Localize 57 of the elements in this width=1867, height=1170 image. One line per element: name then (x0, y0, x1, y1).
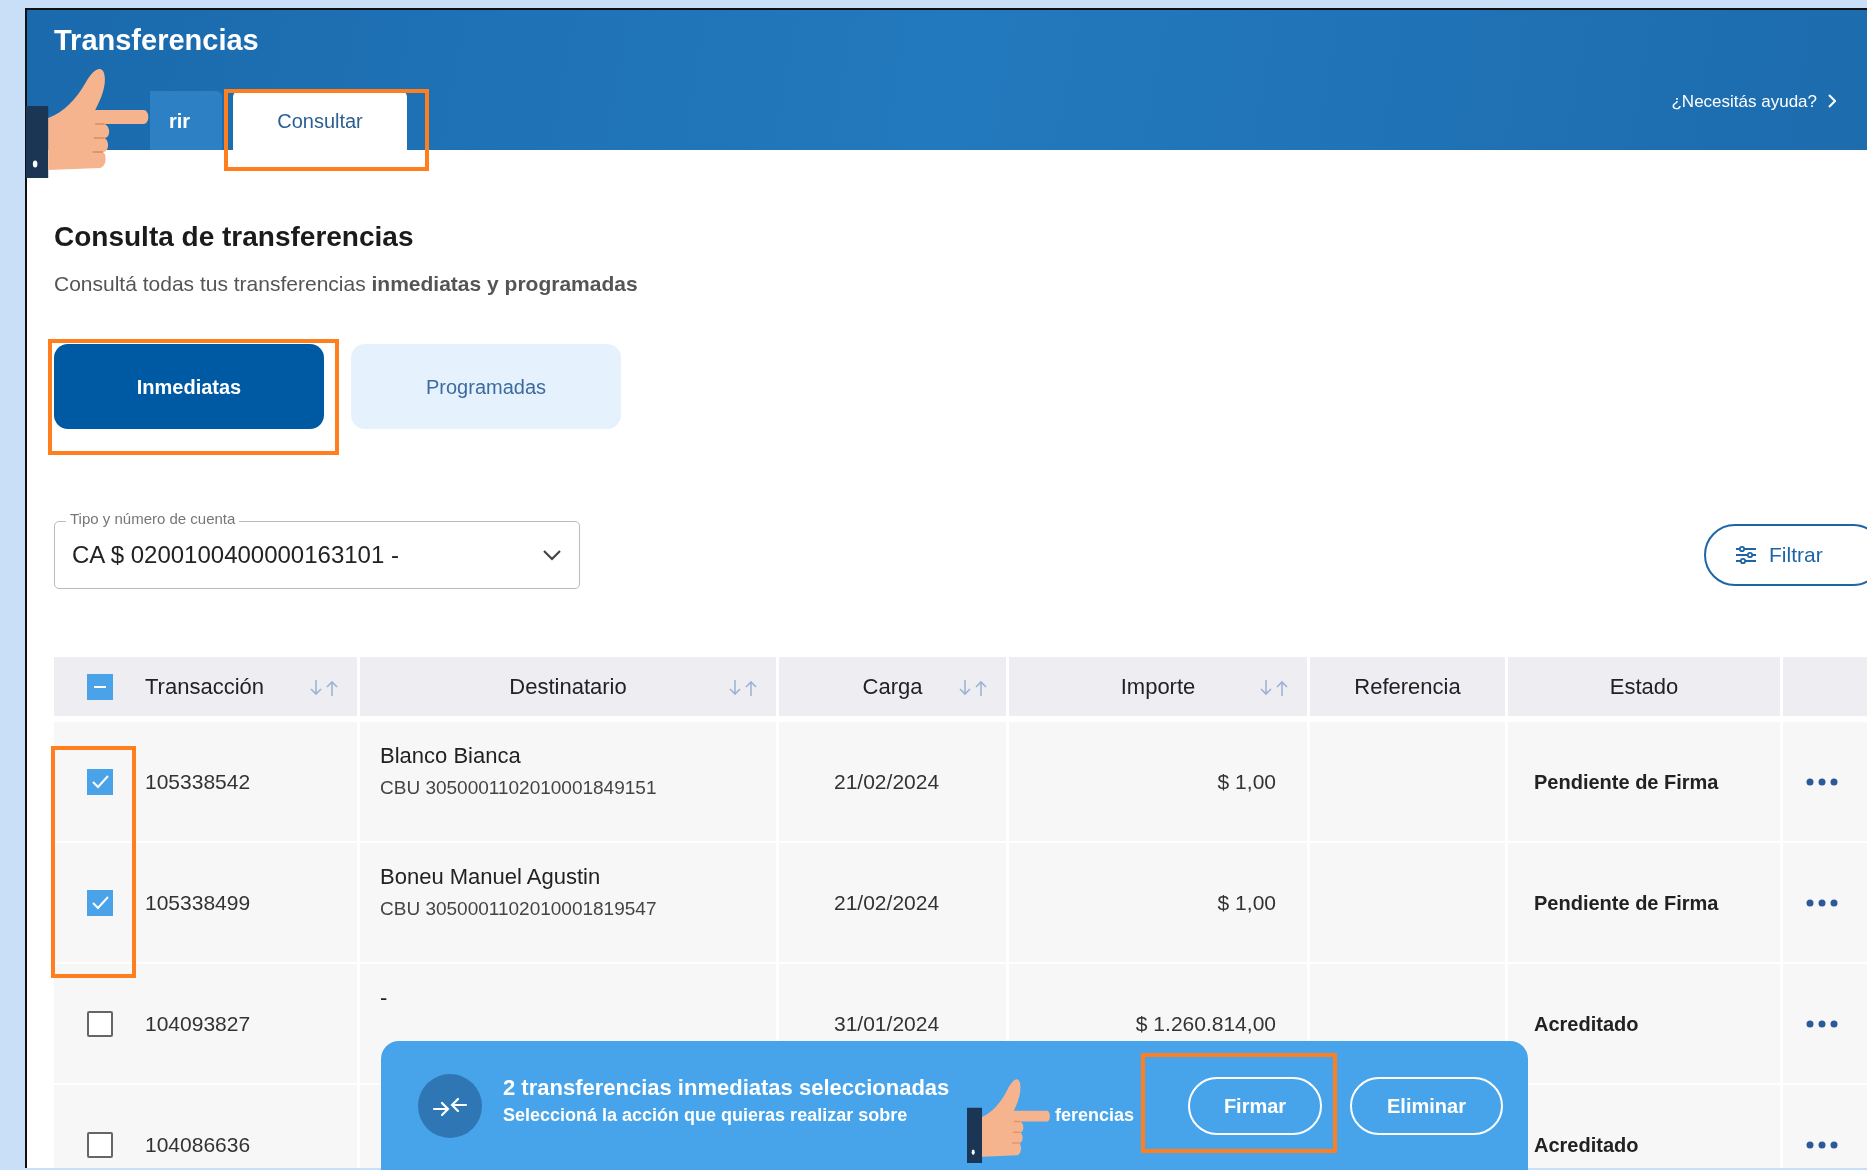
column-header[interactable]: Importe (1120, 670, 1196, 703)
more-button[interactable] (1806, 898, 1838, 907)
more-icon (1806, 1019, 1838, 1028)
selection-title: 2 transferencias inmediatas seleccionadas (503, 1074, 950, 1102)
section-subtitle: Consultá todas tus transferencias inmediatas y programadas (54, 271, 639, 297)
check-icon (91, 895, 109, 910)
more-button[interactable] (1806, 1140, 1838, 1149)
more-button[interactable] (1806, 777, 1838, 786)
field-label: Tipo y número de cuenta (66, 510, 240, 528)
checkbox[interactable] (87, 1131, 113, 1158)
selection-message: Seleccioná la acción que quieras realizar sobre (503, 1104, 908, 1127)
more-icon (1806, 1140, 1838, 1149)
tab[interactable]: Consultar (233, 91, 407, 150)
table-cell-text: 105338499 (145, 889, 251, 916)
table-cell-text: $ 1.260.814,00 (1135, 1010, 1276, 1037)
more-button[interactable] (1806, 1019, 1838, 1028)
segment-button[interactable]: Inmediatas (54, 344, 324, 429)
checkbox[interactable] (87, 889, 113, 916)
status-text: Acreditado (1534, 1011, 1639, 1037)
checkbox[interactable] (87, 768, 113, 795)
status-text: Pendiente de Firma (1534, 890, 1719, 916)
selection-message: ferencias (1055, 1104, 1135, 1127)
more-icon (1806, 898, 1838, 907)
status-text: Acreditado (1534, 1132, 1639, 1158)
dash-icon (92, 685, 108, 688)
table-cell-text: $ 1,00 (1217, 768, 1276, 795)
table-cell-text: 21/02/2024 (834, 768, 940, 795)
column-header[interactable]: Carga (862, 670, 923, 703)
table-cell-text: 104093827 (145, 1010, 251, 1037)
account-number: CBU 3050001102010001819547 (380, 897, 658, 921)
checkbox[interactable] (87, 1010, 113, 1037)
filter-button[interactable]: Filtrar (1704, 524, 1867, 586)
sliders-icon (1735, 545, 1757, 565)
column-header[interactable]: Referencia (1354, 670, 1461, 703)
table-cell-text: 31/01/2024 (834, 1010, 940, 1037)
help-link[interactable]: ¿Necesitás ayuda? (1671, 88, 1817, 114)
chevron-right-icon (1827, 94, 1836, 109)
column-header[interactable]: Estado (1609, 670, 1679, 703)
recipient-name: Blanco Bianca (380, 742, 522, 770)
check-icon (91, 774, 109, 789)
section-heading: Consulta de transferencias (54, 220, 415, 254)
table-cell-text: $ 1,00 (1217, 889, 1276, 916)
chevron-down-icon (543, 549, 561, 561)
account-number: CBU 3050001102010001849151 (380, 776, 658, 800)
checkbox[interactable] (87, 673, 113, 700)
status-text: Pendiente de Firma (1534, 769, 1719, 795)
segment-button[interactable]: Programadas (351, 344, 621, 429)
more-icon (1806, 777, 1838, 786)
table-cell-text: 105338542 (145, 768, 251, 795)
table-cell-text: 21/02/2024 (834, 889, 940, 916)
column-header[interactable]: Transacción (145, 670, 264, 703)
recipient-name: - (380, 984, 389, 1012)
page-title: Transferencias (54, 23, 260, 58)
recipient-name: Boneu Manuel Agustin (380, 863, 602, 891)
table-cell-text: 104086636 (145, 1131, 251, 1158)
column-header[interactable]: Destinatario (509, 670, 627, 703)
tab[interactable]: rir (150, 91, 222, 150)
